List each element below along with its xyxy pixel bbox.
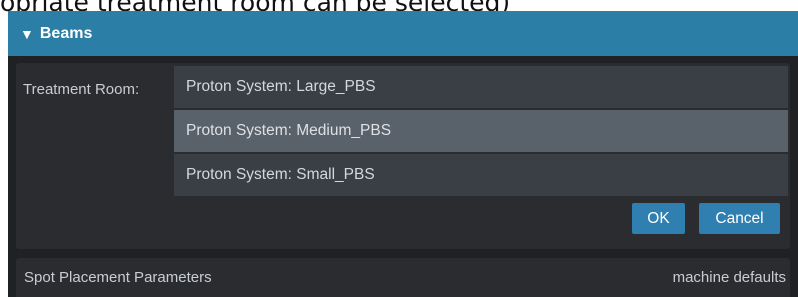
treatment-room-label: Treatment Room: [23,81,140,98]
spot-placement-value: machine defaults [672,269,786,286]
spot-placement-row[interactable]: Spot Placement Parameters machine defaul… [16,258,790,297]
treatment-room-box: Treatment Room: Proton System: Large_PBS… [16,63,790,249]
beams-panel-header[interactable]: ▼ Beams [8,11,798,56]
treatment-room-option-small[interactable]: Proton System: Small_PBS [174,154,788,196]
treatment-room-option-large[interactable]: Proton System: Large_PBS [174,66,788,108]
ok-button[interactable]: OK [632,203,685,234]
treatment-room-option-medium[interactable]: Proton System: Medium_PBS [174,110,788,152]
beams-panel: ▼ Beams Treatment Room: Proton System: L… [8,11,798,297]
triangle-down-icon: ▼ [20,25,34,42]
beams-panel-title: Beams [39,24,93,42]
spot-placement-label: Spot Placement Parameters [24,269,212,286]
cancel-button[interactable]: Cancel [699,203,780,234]
